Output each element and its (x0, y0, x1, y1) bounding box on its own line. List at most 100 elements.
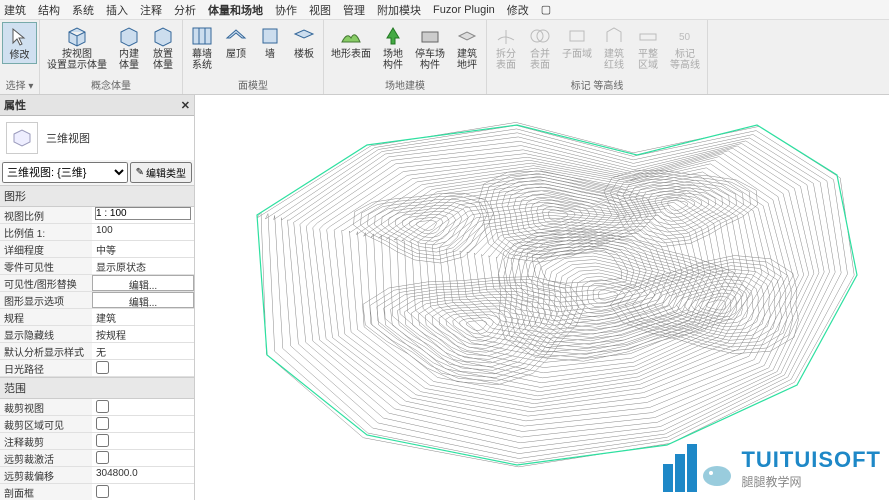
prop-label: 显示隐藏线 (0, 326, 92, 342)
menu-item[interactable]: 协作 (275, 2, 297, 18)
group-label: 场地建模 (324, 76, 486, 94)
crop-checkbox[interactable] (96, 400, 109, 413)
menu-item[interactable]: 分析 (174, 2, 196, 18)
menu-item[interactable]: 系统 (72, 2, 94, 18)
group-label: 标记 等高线 (487, 76, 707, 94)
tree-icon (381, 24, 405, 48)
section-checkbox[interactable] (96, 485, 109, 498)
floor-icon (292, 24, 316, 48)
prop-value[interactable]: 中等 (92, 241, 194, 257)
pad-button[interactable]: 建筑 地坪 (450, 22, 484, 73)
prop-value[interactable]: 建筑 (92, 309, 194, 325)
edit-button[interactable]: 编辑... (92, 275, 194, 291)
menubar: 建筑 结构 系统 插入 注释 分析 体量和场地 协作 视图 管理 附加模块 Fu… (0, 0, 889, 20)
menu-item[interactable]: 修改 (507, 2, 529, 18)
curtain-icon (190, 24, 214, 48)
lot-button[interactable]: 建筑 红线 (597, 22, 631, 73)
terrain-model (195, 95, 889, 500)
parking-button[interactable]: 停车场 构件 (410, 22, 450, 73)
close-icon[interactable]: ✕ (181, 99, 190, 112)
subregion-button[interactable]: 子面域 (557, 22, 597, 62)
wall-icon (258, 24, 282, 48)
subregion-icon (565, 24, 589, 48)
prop-label: 日光路径 (0, 360, 92, 376)
menu-item-active[interactable]: 体量和场地 (208, 2, 263, 18)
prop-label: 注释裁剪 (0, 433, 92, 449)
view-selector[interactable]: 三维视图: {三维} (2, 162, 128, 183)
prop-label: 远剪裁激活 (0, 450, 92, 466)
type-label: 三维视图 (46, 130, 90, 146)
type-row: 三维视图 (0, 116, 194, 160)
menu-item[interactable]: 注释 (140, 2, 162, 18)
split-button[interactable]: 拆分 表面 (489, 22, 523, 73)
pad-icon (455, 24, 479, 48)
flat-button[interactable]: 平整 区域 (631, 22, 665, 73)
group-label: 选择 ▾ (0, 76, 39, 94)
prop-value[interactable]: 304800.0 (92, 467, 194, 483)
menu-item[interactable]: 插入 (106, 2, 128, 18)
prop-label: 零件可见性 (0, 258, 92, 274)
floor-button[interactable]: 楼板 (287, 22, 321, 62)
scale-input[interactable] (96, 208, 190, 219)
prop-label: 默认分析显示样式 (0, 343, 92, 359)
anncrop-checkbox[interactable] (96, 434, 109, 447)
ribbon: 修改 选择 ▾ 按视图 设置显示体量 内建 体量 放置 体量 概念体量 幕墙 系… (0, 20, 889, 95)
modify-button[interactable]: 修改 (2, 22, 37, 64)
edit-button[interactable]: 编辑... (92, 292, 194, 308)
roof-button[interactable]: 屋顶 (219, 22, 253, 62)
prop-value[interactable]: 无 (92, 343, 194, 359)
merge-button[interactable]: 合并 表面 (523, 22, 557, 73)
prop-label: 详细程度 (0, 241, 92, 257)
cube-icon (65, 24, 89, 48)
group-label: 概念体量 (40, 76, 182, 94)
terrain-icon (339, 24, 363, 48)
section-graphics: 图形 (0, 185, 194, 207)
watermark: TUITUISOFT 腿腿教学网 (663, 444, 881, 492)
menu-item[interactable]: 建筑 (4, 2, 26, 18)
prop-label: 远剪裁偏移 (0, 467, 92, 483)
mass-display-button[interactable]: 按视图 设置显示体量 (42, 22, 112, 73)
menu-item[interactable]: 附加模块 (377, 2, 421, 18)
cube-icon (151, 24, 175, 48)
label-icon: 50 (673, 24, 697, 48)
prop-label: 比例值 1: (0, 224, 92, 240)
contour-label-button[interactable]: 50标记 等高线 (665, 22, 705, 73)
prop-value[interactable]: 显示原状态 (92, 258, 194, 274)
place-mass-button[interactable]: 放置 体量 (146, 22, 180, 73)
prop-value: 100 (92, 224, 194, 240)
menu-item[interactable]: 结构 (38, 2, 60, 18)
group-label: 面模型 (183, 76, 323, 94)
topo-button[interactable]: 地形表面 (326, 22, 376, 62)
prop-value[interactable]: 按规程 (92, 326, 194, 342)
edit-type-button[interactable]: ✎编辑类型 (130, 162, 192, 183)
menu-item[interactable]: ▢ (541, 3, 551, 16)
cursor-icon (8, 25, 32, 49)
prop-label: 可见性/图形替换 (0, 275, 92, 291)
svg-text:50: 50 (679, 32, 691, 43)
brand-text: TUITUISOFT (741, 447, 881, 473)
prop-label: 裁剪区域可见 (0, 416, 92, 432)
content: 属性 ✕ 三维视图 三维视图: {三维} ✎编辑类型 图形 视图比例 比例值 1… (0, 95, 889, 500)
parking-icon (418, 24, 442, 48)
viewport[interactable]: TUITUISOFT 腿腿教学网 (195, 95, 889, 500)
cropvis-checkbox[interactable] (96, 417, 109, 430)
sun-checkbox[interactable] (96, 361, 109, 374)
split-icon (494, 24, 518, 48)
brand-sub: 腿腿教学网 (741, 473, 881, 490)
prop-label: 视图比例 (0, 207, 92, 223)
pencil-icon: ✎ (136, 167, 144, 178)
flat-icon (636, 24, 660, 48)
menu-item[interactable]: 管理 (343, 2, 365, 18)
site-comp-button[interactable]: 场地 构件 (376, 22, 410, 73)
properties-panel: 属性 ✕ 三维视图 三维视图: {三维} ✎编辑类型 图形 视图比例 比例值 1… (0, 95, 195, 500)
curtain-button[interactable]: 幕墙 系统 (185, 22, 219, 73)
wall-button[interactable]: 墙 (253, 22, 287, 62)
prop-label: 剖面框 (0, 484, 92, 500)
properties-header: 属性 ✕ (0, 95, 194, 116)
menu-item[interactable]: Fuzor Plugin (433, 4, 495, 16)
inplace-mass-button[interactable]: 内建 体量 (112, 22, 146, 73)
prop-label: 裁剪视图 (0, 399, 92, 415)
menu-item[interactable]: 视图 (309, 2, 331, 18)
farclip-checkbox[interactable] (96, 451, 109, 464)
lot-icon (602, 24, 626, 48)
